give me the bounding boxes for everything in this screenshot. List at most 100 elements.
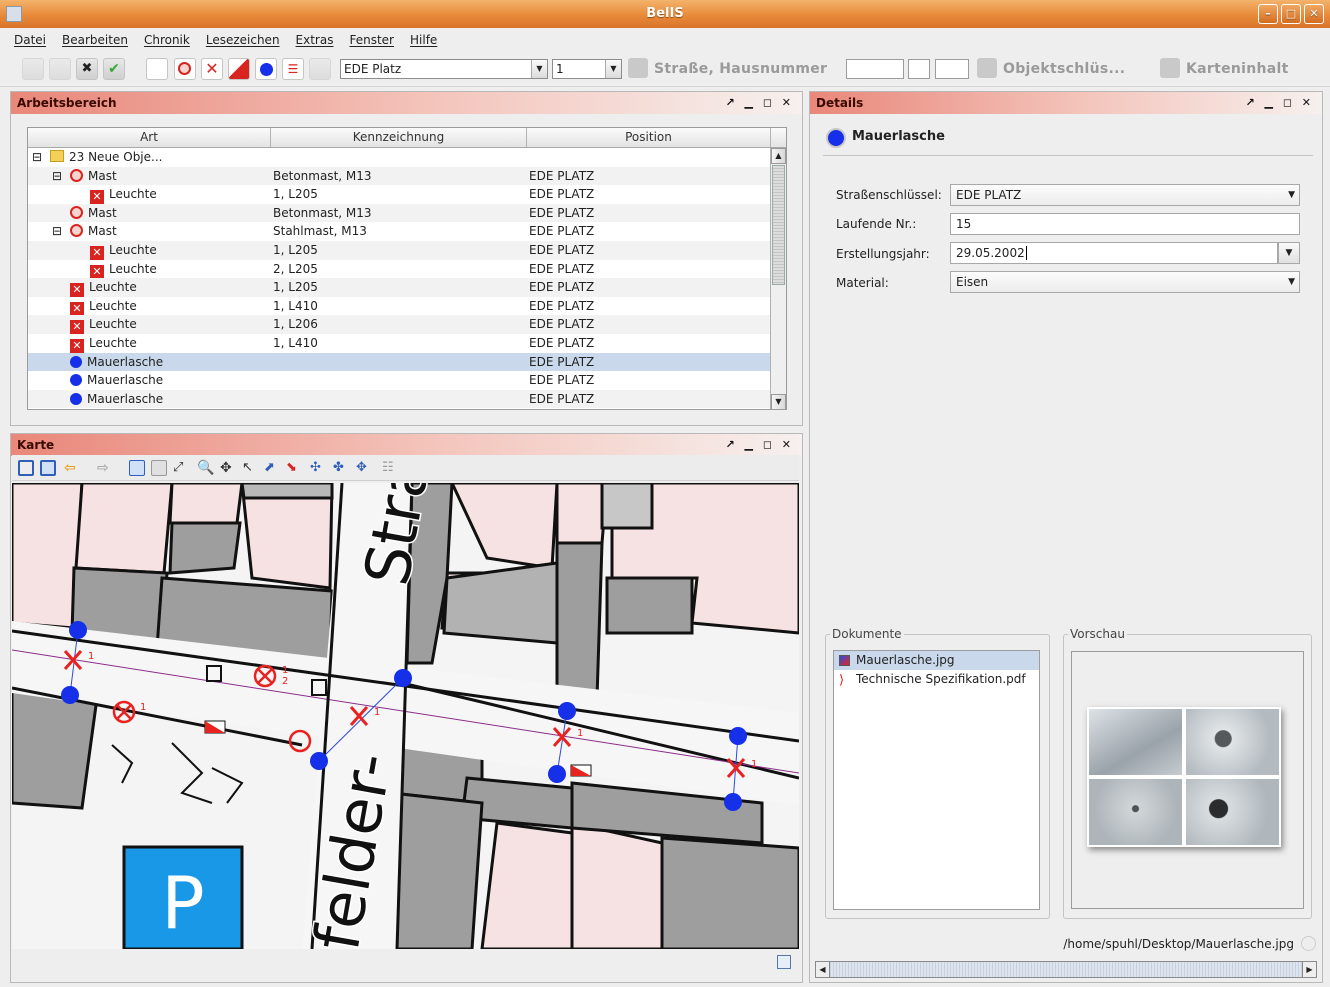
table-scrollbar[interactable]: ▲ ▼ xyxy=(770,148,786,409)
accept-check-icon[interactable]: ✔ xyxy=(103,58,125,80)
document-item[interactable]: ⟩ Technische Spezifikation.pdf xyxy=(834,670,1039,689)
map-canvas[interactable]: Stra felder- P 1 1 1 1 1 1 2 xyxy=(12,483,799,949)
table-row[interactable]: ✕ Leuchte 1, L410 EDE PLATZ xyxy=(28,297,786,316)
cell-kennzeichnung xyxy=(271,371,527,390)
scroll-up-icon[interactable]: ▲ xyxy=(771,148,786,164)
back-arrow-icon[interactable]: ⇦ xyxy=(64,460,80,476)
add-node-icon[interactable]: ⬈ xyxy=(264,460,280,476)
tree-expander-icon[interactable]: ⊟ xyxy=(52,222,70,241)
laufende-nr-field[interactable]: 15 xyxy=(950,213,1300,235)
scroll-right-icon[interactable]: ▶ xyxy=(1302,962,1316,977)
map-content-button[interactable]: Karteninhalt xyxy=(1160,58,1289,80)
workarea-header: Arbeitsbereich ↗ ▁ ◻ ✕ xyxy=(11,92,802,114)
pointer-icon[interactable]: ↖ xyxy=(242,460,258,476)
table-row[interactable]: ⊟ 23 Neue Obje... xyxy=(28,148,786,167)
strassenschluessel-select[interactable]: EDE PLATZ ▼ xyxy=(950,184,1300,206)
column-position[interactable]: Position xyxy=(527,128,771,147)
attribute-icon[interactable]: ☷ xyxy=(382,460,398,476)
maximize-button[interactable]: □ xyxy=(1281,4,1301,24)
menu-hilfe[interactable]: Hilfe xyxy=(410,33,437,47)
erstellungsjahr-label: Erstellungsjahr: xyxy=(836,247,930,261)
split-icon[interactable]: ✣ xyxy=(310,460,326,476)
cell-position: EDE PLATZ xyxy=(529,242,595,257)
table-row[interactable]: ✕ Leuchte 1, L205 EDE PLATZ xyxy=(28,185,786,204)
new-leuchte-icon[interactable]: ✕ xyxy=(201,58,223,80)
object-key-field-2[interactable] xyxy=(908,59,930,79)
material-select[interactable]: Eisen ▼ xyxy=(950,271,1300,293)
table-row[interactable]: Mauerlasche EDE PLATZ xyxy=(28,352,786,372)
map-svg[interactable]: Stra felder- P 1 1 1 1 1 1 2 xyxy=(12,483,799,949)
print-icon[interactable] xyxy=(146,58,168,80)
close-button[interactable]: ✕ xyxy=(1304,4,1324,24)
minimize-button[interactable]: – xyxy=(1258,4,1278,24)
zoom-selection-icon[interactable] xyxy=(40,460,56,476)
scroll-left-icon[interactable]: ◀ xyxy=(816,962,830,977)
cancel-edit-icon[interactable]: ✖ xyxy=(76,58,98,80)
forward-arrow-icon[interactable]: ⇨ xyxy=(97,460,113,476)
menu-fenster[interactable]: Fenster xyxy=(349,33,394,47)
join-icon[interactable]: ✤ xyxy=(333,460,349,476)
document-name: Technische Spezifikation.pdf xyxy=(856,672,1026,686)
panel-controls[interactable]: ↗ ▁ ◻ ✕ xyxy=(725,92,794,114)
menu-bar: Datei Bearbeiten Chronik Lesezeichen Ext… xyxy=(0,28,1330,52)
row-art-label: Leuchte xyxy=(89,317,137,332)
menu-extras[interactable]: Extras xyxy=(296,33,334,47)
table-row[interactable]: ⊟ Mast Stahlmast, M13 EDE PLATZ xyxy=(28,222,786,241)
delete-node-icon[interactable]: ✥ xyxy=(356,460,372,476)
menu-bearbeiten[interactable]: Bearbeiten xyxy=(62,33,128,47)
number-combobox[interactable]: 1 ▼ xyxy=(552,59,622,79)
table-row[interactable]: Mauerlasche EDE PLATZ xyxy=(28,371,786,390)
tree-expander-icon[interactable]: ⊟ xyxy=(52,167,70,186)
java-app-icon xyxy=(6,6,22,22)
zoom-icon[interactable]: 🔍 xyxy=(197,460,214,476)
new-mast-icon[interactable] xyxy=(174,58,196,80)
table-row[interactable]: ✕ Leuchte 1, L205 EDE PLATZ xyxy=(28,278,786,297)
cell-art: ✕ Leuchte xyxy=(28,185,271,204)
table-row[interactable]: ⊟ Mast Betonmast, M13 EDE PLATZ xyxy=(28,166,786,186)
layer-icon[interactable] xyxy=(151,460,167,476)
map-legend-icon[interactable] xyxy=(777,955,791,969)
new-mauerlasche-icon[interactable] xyxy=(255,58,277,80)
menu-datei[interactable]: Datei xyxy=(14,33,46,47)
table-row[interactable]: ✕ Leuchte 2, L205 EDE PLATZ xyxy=(28,260,786,279)
object-key-search-button[interactable]: Objektschlüs... xyxy=(977,58,1125,80)
remove-node-icon[interactable]: ⬊ xyxy=(286,460,302,476)
row-art-label: Mauerlasche xyxy=(87,391,164,406)
panel-controls[interactable]: ↗ ▁ ◻ ✕ xyxy=(725,434,794,456)
scroll-down-icon[interactable]: ▼ xyxy=(771,394,786,409)
save-icon[interactable] xyxy=(49,58,71,80)
erstellungsjahr-field[interactable]: 29.05.2002 xyxy=(950,242,1278,264)
document-item[interactable]: Mauerlasche.jpg xyxy=(834,651,1039,670)
table-row[interactable]: ✕ Leuchte 1, L206 EDE PLATZ xyxy=(28,315,786,334)
new-leitung-icon[interactable]: ☰ xyxy=(282,58,304,80)
table-row[interactable]: Mauerlasche EDE PLATZ xyxy=(28,389,786,409)
table-row[interactable]: Mast Betonmast, M13 EDE PLATZ xyxy=(28,203,786,223)
table-body: ⊟ 23 Neue Obje... ⊟ Mast Betonmast, M13 EDE P… xyxy=(28,148,786,409)
date-picker-button[interactable]: ▼ xyxy=(1278,242,1300,264)
preview-horizontal-scrollbar[interactable]: ◀ ▶ xyxy=(815,961,1317,978)
strassenschluessel-value: EDE PLATZ xyxy=(956,188,1022,202)
menu-lesezeichen[interactable]: Lesezeichen xyxy=(206,33,280,47)
panel-controls[interactable]: ↗ ▁ ◻ ✕ xyxy=(1245,92,1314,114)
street-search-button[interactable]: Straße, Hausnummer xyxy=(628,58,827,80)
delete-icon[interactable] xyxy=(309,58,331,80)
column-kennzeichnung[interactable]: Kennzeichnung xyxy=(271,128,527,147)
table-row[interactable]: ✕ Leuchte 1, L410 EDE PLATZ xyxy=(28,334,786,353)
tree-expander-icon[interactable]: ⊟ xyxy=(32,148,50,167)
street-combobox[interactable]: EDE Platz ▼ xyxy=(340,59,548,79)
scrollbar-thumb[interactable] xyxy=(772,165,785,285)
zoom-all-icon[interactable] xyxy=(18,460,34,476)
select-feature-icon[interactable]: ⤢ xyxy=(173,460,189,476)
row-art-label: Leuchte xyxy=(89,335,137,350)
cell-kennzeichnung: 1, L205 xyxy=(273,242,318,257)
column-art[interactable]: Art xyxy=(28,128,271,147)
new-schaltstelle-icon[interactable] xyxy=(228,58,250,80)
edit-icon[interactable] xyxy=(22,58,44,80)
cell-art: ⊟ 23 Neue Obje... xyxy=(28,148,271,167)
object-key-field-1[interactable] xyxy=(846,59,904,79)
refresh-map-icon[interactable] xyxy=(129,460,145,476)
menu-chronik[interactable]: Chronik xyxy=(144,33,190,47)
pan-icon[interactable]: ✥ xyxy=(220,460,236,476)
table-row[interactable]: ✕ Leuchte 1, L205 EDE PLATZ xyxy=(28,240,786,260)
object-key-field-3[interactable] xyxy=(935,59,969,79)
